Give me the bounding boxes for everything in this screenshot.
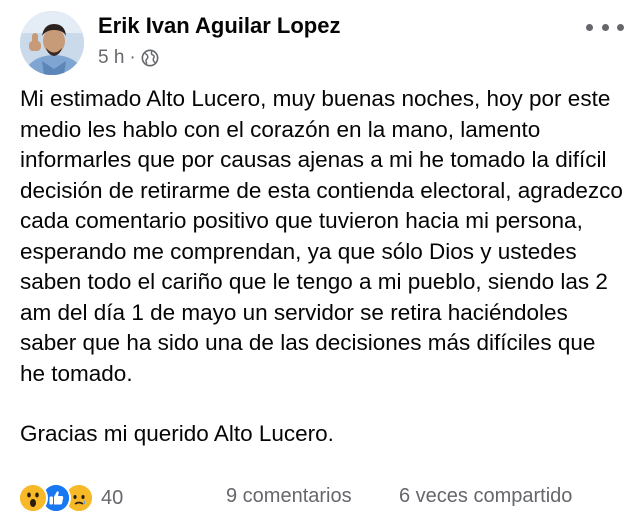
post-paragraph: Mi estimado Alto Lucero, muy buenas noch… xyxy=(20,86,623,386)
author-name[interactable]: Erik Ivan Aguilar Lopez xyxy=(98,13,340,39)
comments-count-link[interactable]: 9 comentarios xyxy=(226,485,352,508)
meta-separator: · xyxy=(129,47,136,68)
avatar[interactable] xyxy=(20,11,84,75)
reactions-summary[interactable]: 40 xyxy=(18,483,123,513)
post-meta: 5 h · xyxy=(98,46,159,70)
reaction-count: 40 xyxy=(101,486,124,509)
more-horizontal-icon xyxy=(601,23,609,31)
post-body: Mi estimado Alto Lucero, muy buenas noch… xyxy=(20,84,625,450)
profile-photo xyxy=(20,11,84,75)
post-header: Erik Ivan Aguilar Lopez 5 h · xyxy=(0,0,640,90)
shares-count-link[interactable]: 6 veces compartido xyxy=(399,485,572,508)
post-timestamp[interactable]: 5 h xyxy=(98,47,124,69)
more-horizontal-icon xyxy=(586,23,593,31)
more-options-button[interactable] xyxy=(586,20,624,34)
more-horizontal-icon xyxy=(617,23,624,31)
post-footer: 40 9 comentarios 6 veces compartido xyxy=(0,478,640,518)
post-paragraph-closing: Gracias mi querido Alto Lucero. xyxy=(20,421,334,446)
wow-reaction-icon xyxy=(18,483,48,513)
globe-icon[interactable] xyxy=(141,49,159,67)
